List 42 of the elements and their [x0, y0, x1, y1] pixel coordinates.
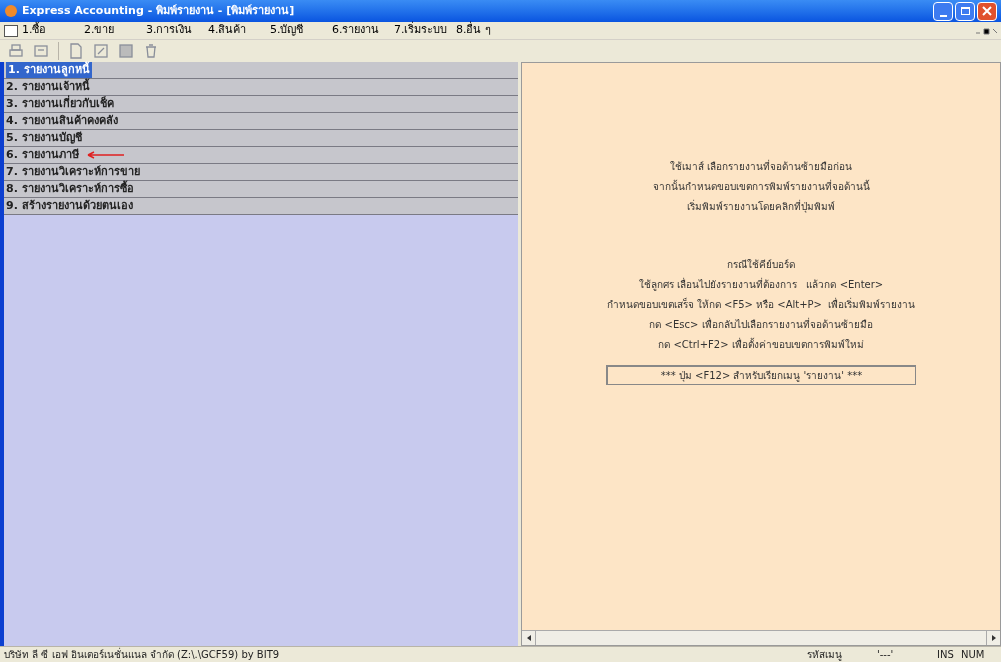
menu-item[interactable]: 2.ขาย [84, 22, 146, 39]
minimize-button[interactable] [933, 1, 953, 21]
close-icon [982, 6, 992, 16]
window-controls-icon [975, 26, 997, 35]
report-item[interactable]: 4. รายงานสินค้าคงคลัง [4, 113, 518, 130]
status-company: บริษัท ลี ซี เอฟ อินเตอร์เนชั่นแนล จำกัด (Z:\.\GCF59) by BIT9 [3, 647, 281, 662]
document-icon [4, 24, 18, 37]
status-code: '---' [877, 648, 895, 662]
status-menu-code: รหัสเมนู [807, 648, 843, 662]
report-item[interactable]: 6. รายงานภาษี [4, 147, 518, 164]
help-text: กด <Ctrl+F2> เพื่อตั้งค่าขอบเขตการพิมพ์ใหม่ [658, 336, 864, 352]
horizontal-scrollbar[interactable] [522, 630, 1000, 645]
window-title: Express Accounting - พิมพ์รายงาน - [พิมพ์รายงาน] [22, 2, 295, 19]
status-ins: INS [937, 648, 955, 662]
report-item[interactable]: 7. รายงานวิเคราะห์การขาย [4, 164, 518, 181]
maximize-button[interactable] [955, 1, 975, 21]
menu-item[interactable]: 3.การเงิน [146, 22, 208, 39]
menu-item[interactable]: 8.อื่น ๆ [456, 22, 518, 39]
close-button[interactable] [977, 1, 997, 21]
report-item[interactable]: 1. รายงานลูกหนี้ [4, 62, 518, 79]
help-text: จากนั้นกำหนดขอบเขตการพิมพ์รายงานที่จอด้านนี้ [652, 178, 870, 194]
app-icon [4, 4, 18, 18]
hint-text: *** ปุ่ม <F12> สำหรับเรียกเมนู 'รายงาน' *** [660, 369, 863, 383]
help-text: ใช้ลูกศร เลื่อนไปยังรายงานที่ต้องการ แล้วกด <Enter> [638, 276, 884, 293]
left-arrow-icon [526, 635, 531, 641]
right-arrow-icon [991, 635, 996, 641]
help-heading: กรณีใช้คีย์บอร์ด [727, 258, 795, 272]
report-item[interactable]: 5. รายงานบัญชี [4, 130, 518, 147]
help-text: กำหนดขอบเขตเสร็จ ให้กด <F5> หรือ <Alt+P> เพื่อเริ่มพิมพ์รายงาน [606, 296, 916, 312]
help-text: กด <Esc> เพื่อกลับไปเลือกรายงานที่จอด้านซ้ายมือ [649, 316, 873, 332]
report-item[interactable]: 8. รายงานวิเคราะห์การซื้อ [4, 181, 518, 198]
arrow-icon [86, 151, 125, 159]
menu-item[interactable]: 5.บัญชี [270, 22, 332, 39]
status-num: NUM [961, 648, 986, 662]
report-item[interactable]: 3. รายงานเกี่ยวกับเช็ค [4, 96, 518, 113]
menu-item[interactable]: 1.ซื้อ [22, 22, 84, 39]
menu-item[interactable]: 6.รายงาน [332, 22, 394, 39]
report-item[interactable]: 9. สร้างรายงานด้วยตนเอง [4, 198, 518, 215]
menu-item[interactable]: 4.สินค้า [208, 22, 270, 39]
help-text: เริ่มพิมพ์รายงานโดยคลิกที่ปุ่มพิมพ์ [687, 198, 835, 215]
help-text: ใช้เมาส์ เลือกรายงานที่จอด้านซ้ายมือก่อน [669, 158, 853, 174]
menu-item[interactable]: 7.เริ่มระบบ [394, 22, 456, 39]
